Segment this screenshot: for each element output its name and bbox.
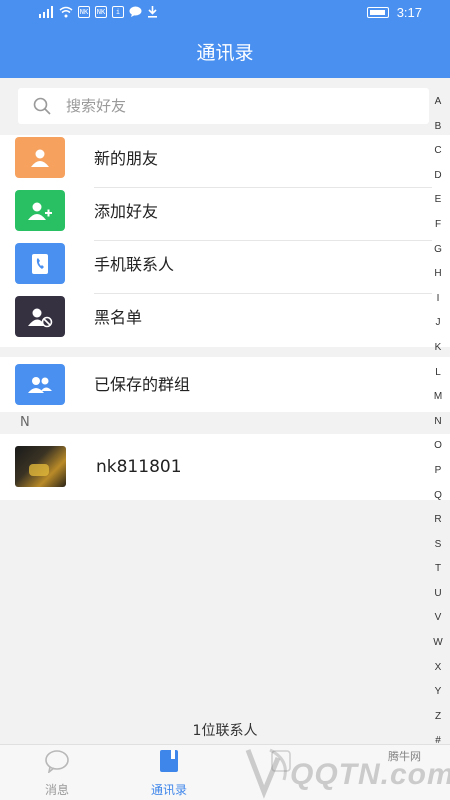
index-letter[interactable]: E: [431, 188, 445, 213]
tab-contacts-label: 通讯录: [150, 783, 187, 797]
tab-contacts[interactable]: 通讯录: [124, 749, 214, 798]
blacklist-item[interactable]: 黑名单: [0, 294, 450, 347]
index-letter[interactable]: Q: [431, 484, 445, 509]
phone-contacts-item[interactable]: 手机联系人: [0, 241, 450, 294]
index-letter[interactable]: K: [431, 336, 445, 361]
index-letter[interactable]: C: [431, 139, 445, 164]
nk-icon: NK: [95, 6, 107, 18]
watermark-text: QQTN.com: [290, 758, 450, 791]
index-letter[interactable]: I: [431, 287, 445, 312]
index-letter[interactable]: S: [431, 533, 445, 558]
add-friend-item[interactable]: 添加好友: [0, 188, 450, 241]
quick-actions: 新的朋友 添加好友 手机联系人 黑名单: [0, 135, 450, 347]
alphabet-index[interactable]: A B C D E F G H I J K L M N O P Q R S T U V W X Y Z #: [431, 90, 445, 754]
index-letter[interactable]: Z: [431, 705, 445, 730]
tab-messages-label: 消息: [44, 783, 69, 797]
message-icon: [45, 750, 69, 774]
wifi-icon: [59, 6, 73, 18]
add-friend-label: 添加好友: [94, 202, 159, 221]
group-icon: [28, 376, 52, 393]
index-letter[interactable]: H: [431, 262, 445, 287]
index-letter[interactable]: V: [431, 606, 445, 631]
index-letter[interactable]: O: [431, 434, 445, 459]
new-friends-label: 新的朋友: [94, 149, 159, 168]
index-letter[interactable]: X: [431, 656, 445, 681]
index-letter[interactable]: D: [431, 164, 445, 189]
index-letter[interactable]: R: [431, 508, 445, 533]
search-box[interactable]: [18, 88, 429, 124]
index-letter[interactable]: W: [431, 631, 445, 656]
download-icon: [148, 6, 157, 18]
index-letter[interactable]: M: [431, 385, 445, 410]
search-area: [0, 78, 450, 133]
index-letter[interactable]: G: [431, 238, 445, 263]
status-icons: NK NK i: [38, 6, 158, 18]
chat-icon: [129, 6, 142, 17]
blacklist-label: 黑名单: [94, 308, 143, 327]
search-input[interactable]: [66, 97, 386, 115]
index-letter[interactable]: A: [431, 90, 445, 115]
index-letter[interactable]: T: [431, 557, 445, 582]
section-letter-header: N: [0, 412, 450, 434]
page-title: 通讯录: [0, 28, 450, 78]
saved-groups-item[interactable]: 已保存的群组: [0, 357, 450, 412]
new-friends-item[interactable]: 新的朋友: [0, 135, 450, 188]
status-bar: NK NK i 3:17: [0, 0, 450, 28]
contacts-book-icon: [160, 750, 178, 772]
person-icon: [31, 149, 49, 167]
phone-contacts-tile: [15, 243, 65, 284]
contact-name: nk811801: [96, 457, 182, 477]
contact-avatar: [15, 446, 66, 487]
index-letter[interactable]: L: [431, 361, 445, 386]
blocked-user-icon: [28, 308, 53, 327]
add-person-icon: [28, 202, 52, 220]
status-time: 3:17: [396, 5, 422, 20]
index-letter[interactable]: U: [431, 582, 445, 607]
saved-groups-section: 已保存的群组: [0, 357, 450, 412]
tab-messages[interactable]: 消息: [12, 749, 102, 798]
saved-groups-label: 已保存的群组: [94, 375, 191, 394]
info-icon: i: [112, 6, 124, 18]
blacklist-tile: [15, 296, 65, 337]
search-icon: [33, 97, 51, 115]
watermark-small-text: 腾牛网: [388, 750, 421, 763]
nk-icon: NK: [78, 6, 90, 18]
index-letter[interactable]: N: [431, 410, 445, 435]
signal-icon: [39, 6, 53, 18]
index-letter[interactable]: B: [431, 115, 445, 140]
contact-row[interactable]: nk811801: [0, 434, 450, 500]
new-friends-tile: [15, 137, 65, 178]
contact-count: 1位联系人: [192, 723, 258, 739]
phone-book-icon: [32, 253, 48, 274]
index-letter[interactable]: J: [431, 311, 445, 336]
phone-contacts-label: 手机联系人: [94, 255, 175, 274]
add-friend-tile: [15, 190, 65, 231]
saved-groups-tile: [15, 364, 65, 405]
index-letter[interactable]: P: [431, 459, 445, 484]
battery-icon: [366, 7, 389, 18]
watermark: QQTN.com 腾牛网: [240, 740, 450, 800]
index-letter[interactable]: Y: [431, 680, 445, 705]
index-letter[interactable]: F: [431, 213, 445, 238]
